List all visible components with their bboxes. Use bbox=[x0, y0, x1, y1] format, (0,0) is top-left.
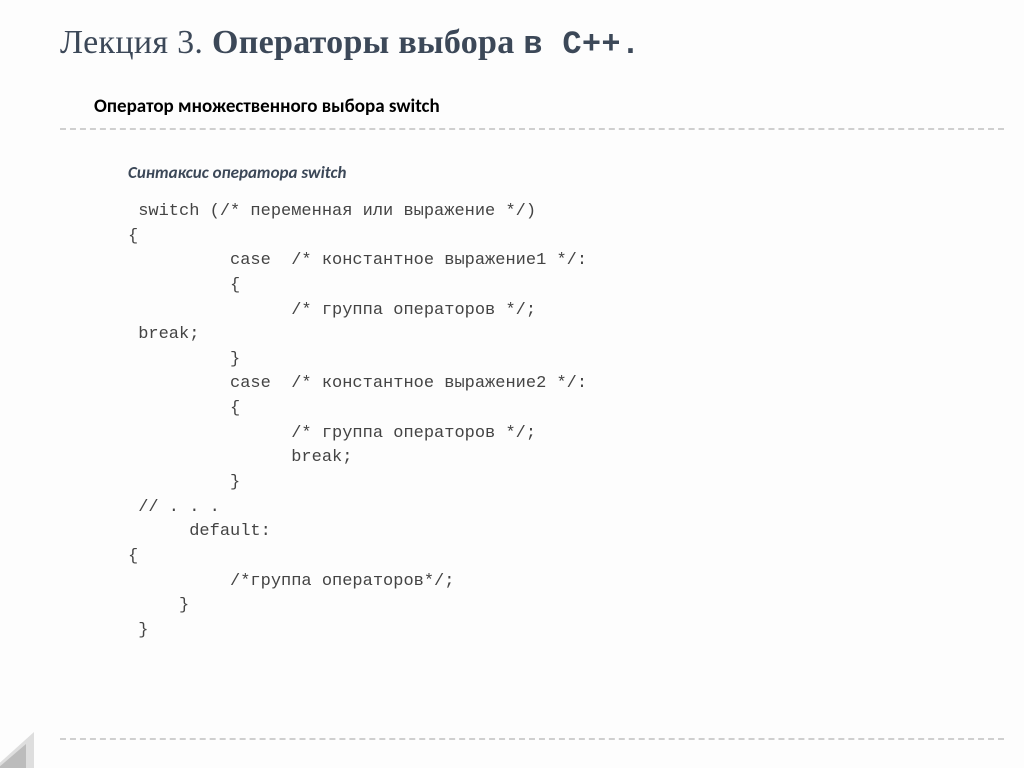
title-light: Лекция 3. bbox=[60, 24, 212, 61]
divider-bottom bbox=[60, 738, 1004, 740]
slide-subtitle: Оператор множественного выбора switch bbox=[94, 95, 440, 118]
slide-title: Лекция 3. Операторы выбора в С++. bbox=[60, 24, 640, 63]
title-bold: Операторы выбора bbox=[212, 24, 523, 61]
slide-container: Лекция 3. Операторы выбора в С++. Операт… bbox=[0, 0, 1024, 768]
code-block: switch (/* переменная или выражение */) … bbox=[128, 200, 587, 644]
divider-top bbox=[60, 128, 1004, 130]
title-mono: в С++. bbox=[523, 26, 640, 63]
corner-decor-icon bbox=[0, 732, 38, 768]
syntax-heading: Синтаксис оператора switch bbox=[128, 162, 346, 183]
